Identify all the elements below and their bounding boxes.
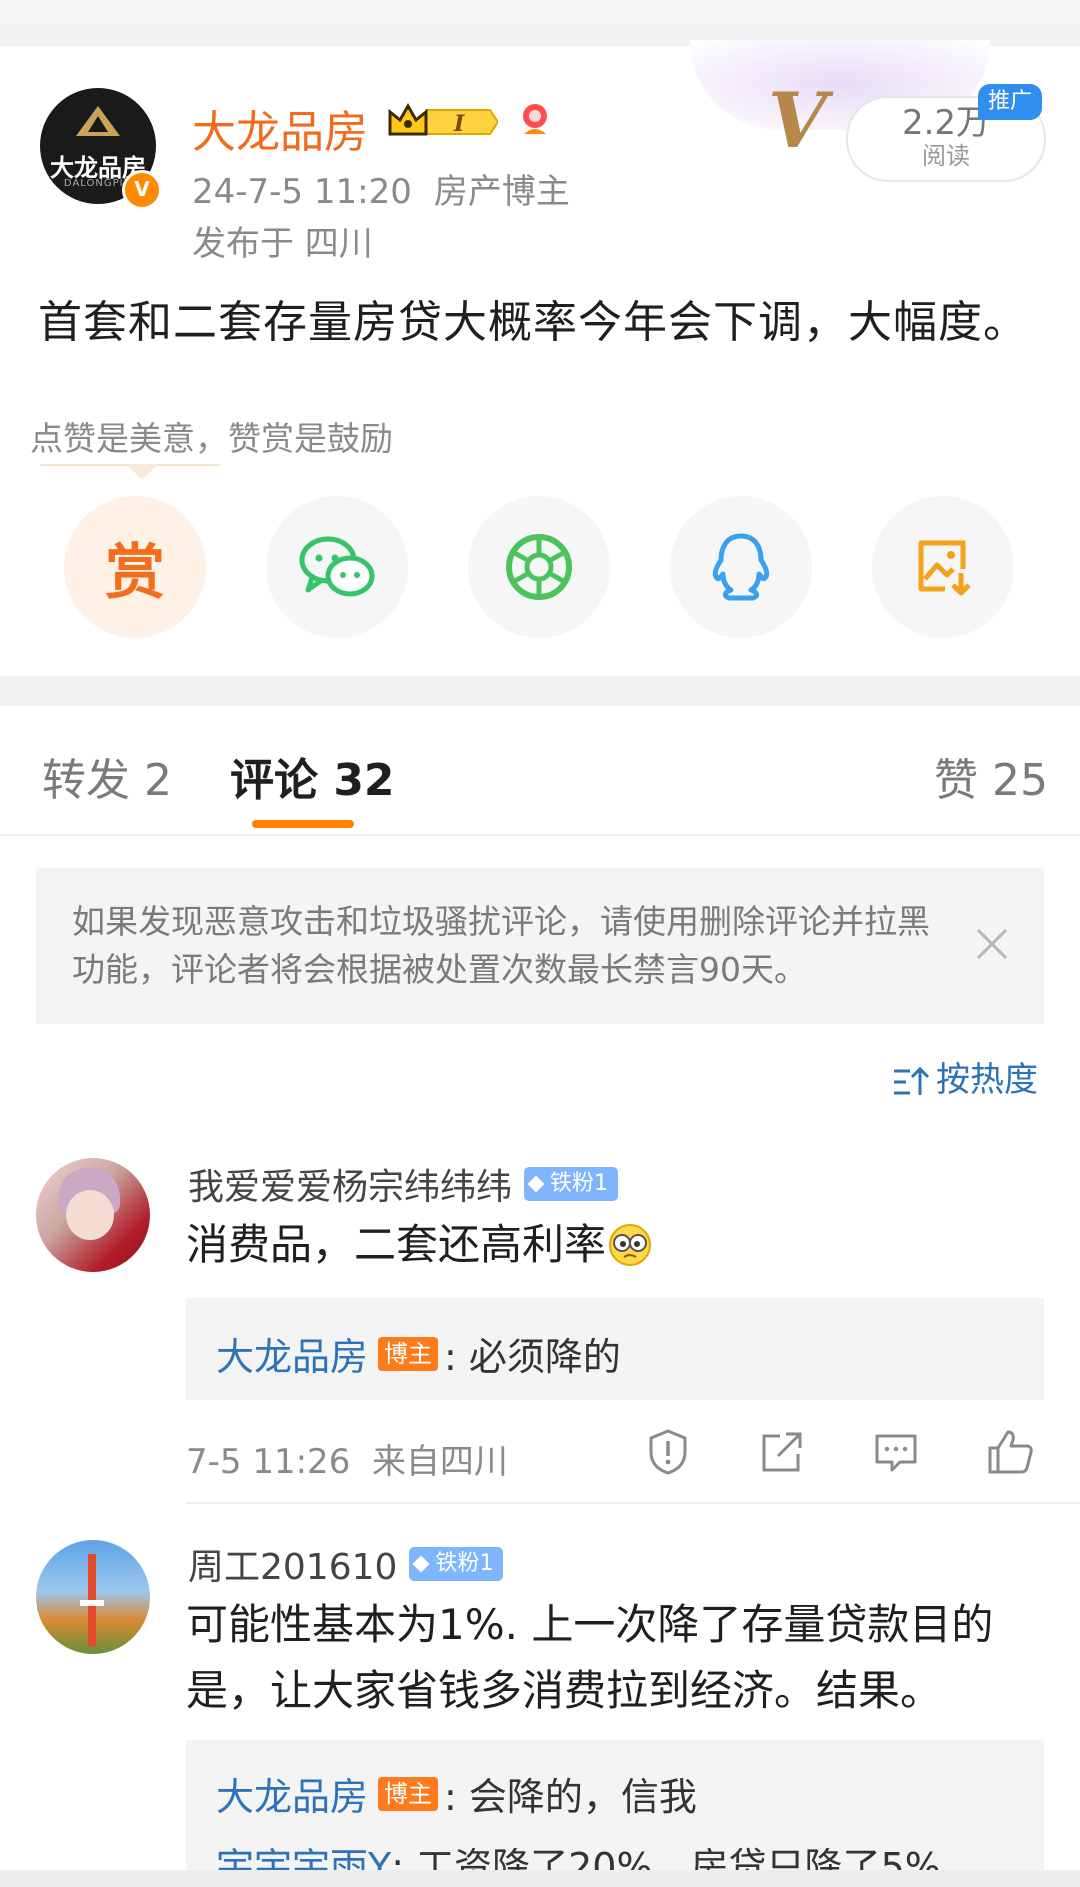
tab-likes[interactable]: 赞 25 <box>934 744 1048 808</box>
host-tag: 博主 <box>378 1336 439 1371</box>
verified-icon: V <box>122 170 162 210</box>
svg-text:I: I <box>453 111 465 137</box>
comment-avatar[interactable] <box>36 1158 150 1272</box>
post-location: 发布于 四川 <box>192 224 373 264</box>
comment-header: 我爱爱爱杨宗纬纬纬 铁粉1 <box>188 1158 619 1210</box>
reply-author[interactable]: 大龙品房 <box>216 1326 368 1381</box>
share-moments-button[interactable] <box>468 496 610 638</box>
tab-comments[interactable]: 评论 32 <box>230 744 395 808</box>
promo-tag[interactable]: 推广 <box>978 84 1042 120</box>
tab-repost[interactable]: 转发 2 <box>42 744 172 808</box>
tabs-divider <box>0 834 1080 836</box>
sort-by-hot-button[interactable]: 按热度 <box>892 1052 1038 1101</box>
report-icon[interactable] <box>644 1428 692 1476</box>
sort-icon <box>894 1066 930 1095</box>
sort-label: 按热度 <box>936 1060 1038 1100</box>
comment-body-line-1: 可能性基本为1%. 上一次降了存量贷款目的 <box>186 1600 994 1649</box>
reply-item: 大龙品房 博主 : 必须降的 <box>216 1326 621 1381</box>
author-name[interactable]: 大龙品房 <box>192 96 368 160</box>
read-label: 阅读 <box>922 142 970 170</box>
author-role: 房产博主 <box>433 172 570 212</box>
top-spacer <box>0 0 1080 24</box>
reward-icon: 赏 <box>105 537 165 608</box>
comment-body-line-2: 是，让大家省钱多消费拉到经济。结果。 <box>186 1666 943 1715</box>
wechat-icon <box>299 536 375 597</box>
comment-user-name[interactable]: 周工201610 <box>188 1538 397 1590</box>
qq-icon <box>712 533 770 601</box>
tip-arrow-icon <box>126 464 158 480</box>
reward-button[interactable]: 赏 <box>64 496 206 638</box>
reward-tip: 点赞是美意，赞赏是鼓励 <box>30 419 393 458</box>
post-text: 首套和二套存量房贷大概率今年会下调，大幅度。 <box>38 297 1028 348</box>
save-image-icon <box>918 540 971 596</box>
reply-text: : 工资降了20%，房贷只降了5%， <box>391 1845 979 1870</box>
share-wechat-button[interactable] <box>266 496 408 638</box>
brand-logo-icon <box>76 106 120 136</box>
close-icon[interactable] <box>972 924 1012 964</box>
reply-author[interactable]: 大龙品房 <box>216 1766 368 1821</box>
moments-icon <box>506 534 572 600</box>
share-qq-button[interactable] <box>670 496 812 638</box>
comment-user-name[interactable]: 我爱爱爱杨宗纬纬纬 <box>188 1158 512 1210</box>
comment-text: 消费品，二套还高利率 <box>186 1212 652 1278</box>
comment-header: 周工201610 铁粉1 <box>188 1538 504 1590</box>
reply-author[interactable]: 宇宇宇雨Y <box>216 1836 391 1870</box>
bottom-edge <box>0 1870 1080 1887</box>
comment-body: 消费品，二套还高利率 <box>186 1220 607 1269</box>
comment-meta: 7-5 11:26 来自四川 <box>186 1442 508 1482</box>
tab-active-indicator <box>252 820 354 828</box>
section-separator <box>0 676 1080 706</box>
like-icon[interactable] <box>986 1428 1034 1476</box>
hot-fan-badge-icon <box>523 104 547 134</box>
save-image-button[interactable] <box>872 496 1014 638</box>
reply-text: : 必须降的 <box>444 1335 621 1379</box>
fan-badge-label: 铁粉1 <box>550 1171 609 1196</box>
comment-avatar[interactable] <box>36 1540 150 1654</box>
diamond-icon <box>527 1175 545 1193</box>
post-meta: 24-7-5 11:20 房产博主 <box>192 164 570 213</box>
fan-level-badge: 铁粉1 <box>524 1167 619 1201</box>
reply-item: 大龙品房 博主 : 会降的，信我 <box>216 1766 697 1821</box>
comment-divider <box>186 1502 1080 1504</box>
reply-text: : 会降的，信我 <box>444 1775 697 1819</box>
reply-item: 宇宇宇雨Y : 工资降了20%，房贷只降了5%， <box>216 1836 979 1870</box>
diamond-icon <box>412 1555 430 1573</box>
emoji-icon <box>609 1224 652 1266</box>
fan-level-badge: 铁粉1 <box>409 1547 504 1581</box>
moderation-notice-text: 如果发现恶意攻击和垃圾骚扰评论，请使用删除评论并拉黑功能，评论者将会根据被处置次… <box>72 902 930 989</box>
fan-badge-label: 铁粉1 <box>435 1551 494 1576</box>
comment-icon[interactable] <box>872 1428 920 1476</box>
post-time: 24-7-5 11:20 <box>192 172 412 212</box>
crown-level-badge-icon[interactable]: I <box>386 102 498 142</box>
host-tag: 博主 <box>378 1776 439 1811</box>
v-brand-logo: V <box>768 76 827 165</box>
share-icon[interactable] <box>758 1428 806 1476</box>
